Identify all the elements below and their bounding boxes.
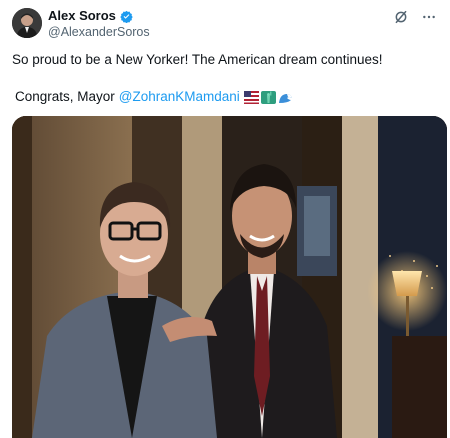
emoji-group	[243, 90, 293, 104]
statue-of-liberty-emoji	[260, 90, 276, 104]
grok-icon[interactable]	[392, 8, 410, 26]
verified-badge-icon	[120, 10, 133, 23]
wave-emoji	[278, 91, 293, 104]
mention-link[interactable]: @ZohranKMamdani	[119, 88, 240, 106]
author-name-row[interactable]: Alex Soros	[48, 9, 133, 23]
post-photo[interactable]	[12, 116, 447, 438]
post-actions-top	[392, 8, 438, 26]
author-name[interactable]: Alex Soros	[48, 9, 116, 23]
avatar[interactable]	[12, 8, 42, 38]
us-flag-emoji	[243, 90, 259, 104]
author-handle[interactable]: @AlexanderSoros	[48, 25, 150, 39]
congrats-text: Congrats, Mayor	[15, 89, 115, 104]
tweet: Alex Soros @AlexanderSoros So proud to b…	[0, 0, 450, 438]
more-icon[interactable]	[420, 8, 438, 26]
post-text-line1: So proud to be a New Yorker! The America…	[12, 52, 383, 67]
post-text-line2: Congrats, Mayor @ZohranKMamdani	[15, 88, 438, 106]
